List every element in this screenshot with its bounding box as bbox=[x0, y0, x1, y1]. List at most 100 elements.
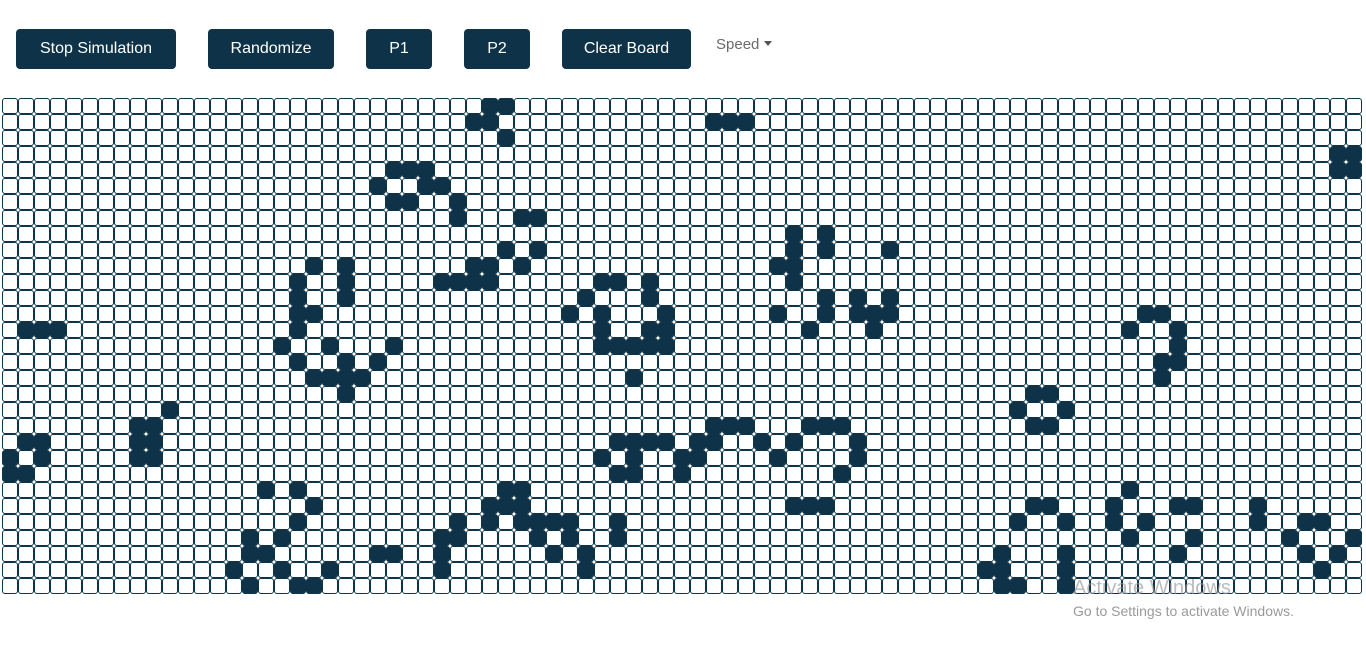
board-cell[interactable] bbox=[130, 402, 146, 418]
board-cell[interactable] bbox=[754, 386, 770, 402]
board-cell[interactable] bbox=[498, 178, 514, 194]
board-cell[interactable] bbox=[1154, 418, 1170, 434]
board-cell[interactable] bbox=[386, 530, 402, 546]
board-cell[interactable] bbox=[354, 258, 370, 274]
board-cell[interactable] bbox=[1282, 114, 1298, 130]
board-cell[interactable] bbox=[498, 162, 514, 178]
board-cell[interactable] bbox=[1314, 370, 1330, 386]
board-cell[interactable] bbox=[1330, 322, 1346, 338]
board-cell[interactable] bbox=[786, 402, 802, 418]
board-cell[interactable] bbox=[242, 514, 258, 530]
board-cell[interactable] bbox=[1346, 450, 1362, 466]
board-cell[interactable] bbox=[962, 546, 978, 562]
board-cell[interactable] bbox=[930, 354, 946, 370]
board-cell[interactable] bbox=[802, 530, 818, 546]
board-cell[interactable] bbox=[1122, 274, 1138, 290]
board-cell[interactable] bbox=[994, 450, 1010, 466]
board-cell[interactable] bbox=[562, 162, 578, 178]
board-cell[interactable] bbox=[210, 322, 226, 338]
board-cell[interactable] bbox=[1266, 386, 1282, 402]
board-cell[interactable] bbox=[274, 546, 290, 562]
board-cell[interactable] bbox=[402, 306, 418, 322]
board-cell[interactable] bbox=[1122, 290, 1138, 306]
board-cell[interactable] bbox=[114, 146, 130, 162]
board-cell[interactable] bbox=[50, 130, 66, 146]
board-cell[interactable] bbox=[2, 114, 18, 130]
board-cell[interactable] bbox=[642, 290, 658, 306]
board-cell[interactable] bbox=[738, 354, 754, 370]
board-cell[interactable] bbox=[418, 338, 434, 354]
board-cell[interactable] bbox=[178, 178, 194, 194]
board-cell[interactable] bbox=[562, 210, 578, 226]
board-cell[interactable] bbox=[706, 162, 722, 178]
board-cell[interactable] bbox=[978, 194, 994, 210]
board-cell[interactable] bbox=[690, 210, 706, 226]
board-cell[interactable] bbox=[722, 482, 738, 498]
board-cell[interactable] bbox=[498, 290, 514, 306]
board-cell[interactable] bbox=[66, 514, 82, 530]
board-cell[interactable] bbox=[1058, 530, 1074, 546]
board-cell[interactable] bbox=[1282, 354, 1298, 370]
board-cell[interactable] bbox=[578, 434, 594, 450]
board-cell[interactable] bbox=[674, 194, 690, 210]
board-cell[interactable] bbox=[626, 434, 642, 450]
board-cell[interactable] bbox=[274, 482, 290, 498]
board-cell[interactable] bbox=[498, 98, 514, 114]
board-cell[interactable] bbox=[178, 226, 194, 242]
board-cell[interactable] bbox=[706, 322, 722, 338]
board-cell[interactable] bbox=[450, 530, 466, 546]
board-cell[interactable] bbox=[450, 130, 466, 146]
board-cell[interactable] bbox=[1202, 146, 1218, 162]
board-cell[interactable] bbox=[50, 146, 66, 162]
board-cell[interactable] bbox=[1186, 434, 1202, 450]
board-cell[interactable] bbox=[1074, 178, 1090, 194]
board-cell[interactable] bbox=[1026, 578, 1042, 594]
board-cell[interactable] bbox=[1090, 450, 1106, 466]
board-cell[interactable] bbox=[1266, 578, 1282, 594]
board-cell[interactable] bbox=[274, 322, 290, 338]
board-cell[interactable] bbox=[850, 482, 866, 498]
board-cell[interactable] bbox=[18, 450, 34, 466]
board-cell[interactable] bbox=[50, 514, 66, 530]
board-cell[interactable] bbox=[914, 194, 930, 210]
board-cell[interactable] bbox=[594, 178, 610, 194]
board-cell[interactable] bbox=[1346, 242, 1362, 258]
board-cell[interactable] bbox=[274, 514, 290, 530]
board-cell[interactable] bbox=[498, 242, 514, 258]
board-cell[interactable] bbox=[706, 418, 722, 434]
board-cell[interactable] bbox=[1122, 498, 1138, 514]
board-cell[interactable] bbox=[642, 578, 658, 594]
board-cell[interactable] bbox=[1266, 194, 1282, 210]
board-cell[interactable] bbox=[82, 130, 98, 146]
board-cell[interactable] bbox=[1330, 482, 1346, 498]
board-cell[interactable] bbox=[1330, 98, 1346, 114]
board-cell[interactable] bbox=[114, 514, 130, 530]
board-cell[interactable] bbox=[418, 562, 434, 578]
board-cell[interactable] bbox=[18, 130, 34, 146]
board-cell[interactable] bbox=[2, 210, 18, 226]
board-cell[interactable] bbox=[802, 258, 818, 274]
board-cell[interactable] bbox=[1266, 114, 1282, 130]
board-cell[interactable] bbox=[1106, 226, 1122, 242]
board-cell[interactable] bbox=[1010, 466, 1026, 482]
board-cell[interactable] bbox=[834, 210, 850, 226]
board-cell[interactable] bbox=[1186, 274, 1202, 290]
board-cell[interactable] bbox=[866, 226, 882, 242]
board-cell[interactable] bbox=[434, 194, 450, 210]
board-cell[interactable] bbox=[786, 386, 802, 402]
board-cell[interactable] bbox=[882, 418, 898, 434]
board-cell[interactable] bbox=[722, 338, 738, 354]
board-cell[interactable] bbox=[242, 146, 258, 162]
board-cell[interactable] bbox=[1074, 306, 1090, 322]
board-cell[interactable] bbox=[946, 338, 962, 354]
board-cell[interactable] bbox=[1234, 114, 1250, 130]
board-cell[interactable] bbox=[770, 482, 786, 498]
board-cell[interactable] bbox=[1218, 242, 1234, 258]
board-cell[interactable] bbox=[242, 530, 258, 546]
board-cell[interactable] bbox=[1042, 450, 1058, 466]
board-cell[interactable] bbox=[418, 546, 434, 562]
board-cell[interactable] bbox=[738, 178, 754, 194]
board-cell[interactable] bbox=[962, 322, 978, 338]
board-cell[interactable] bbox=[850, 434, 866, 450]
board-cell[interactable] bbox=[690, 402, 706, 418]
